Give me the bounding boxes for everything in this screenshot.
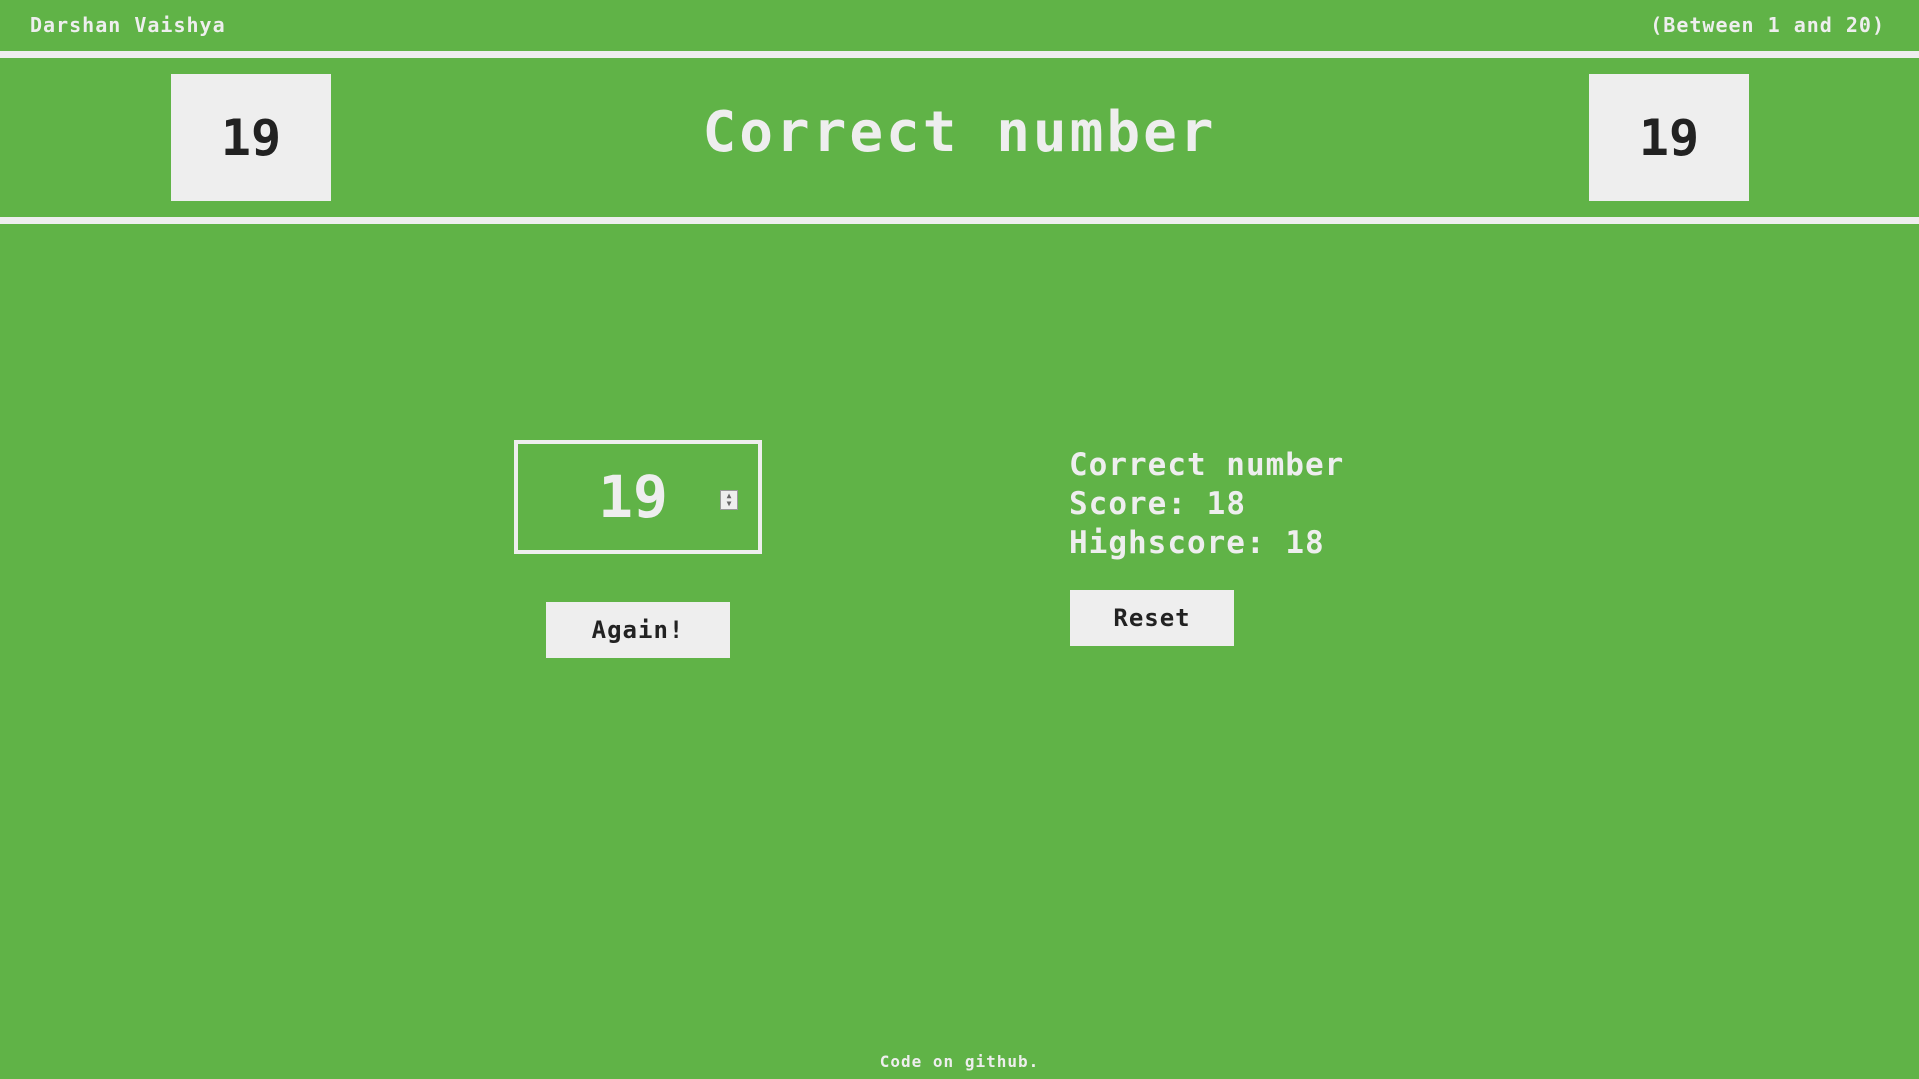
- score-label: Score:: [1069, 486, 1187, 522]
- page: Darshan Vaishya (Between 1 and 20) 19 Co…: [0, 0, 1919, 1079]
- again-button[interactable]: Again!: [546, 602, 730, 658]
- range-hint: (Between 1 and 20): [1650, 13, 1885, 37]
- status-message: Correct number: [1069, 447, 1345, 483]
- top-divider: [0, 51, 1919, 58]
- author-name: Darshan Vaishya: [30, 13, 226, 37]
- secret-number-box-right: 19: [1589, 74, 1749, 201]
- bottom-divider: [0, 217, 1919, 224]
- highscore-value: 18: [1285, 525, 1325, 561]
- highscore-line: Highscore: 18: [1069, 524, 1344, 563]
- highscore-label: Highscore:: [1069, 525, 1266, 561]
- reset-button[interactable]: Reset: [1070, 590, 1234, 646]
- guess-input[interactable]: 19 ▲ ▼: [514, 440, 762, 554]
- guess-input-value[interactable]: 19: [518, 444, 748, 550]
- score-line: Score: 18: [1069, 485, 1344, 524]
- number-spinner[interactable]: ▲ ▼: [720, 490, 738, 510]
- footer-link[interactable]: Code on github.: [0, 1052, 1919, 1071]
- stats-panel: Correct number Score: 18 Highscore: 18: [1069, 446, 1344, 563]
- chevron-down-icon[interactable]: ▼: [727, 500, 732, 508]
- score-value: 18: [1206, 486, 1246, 522]
